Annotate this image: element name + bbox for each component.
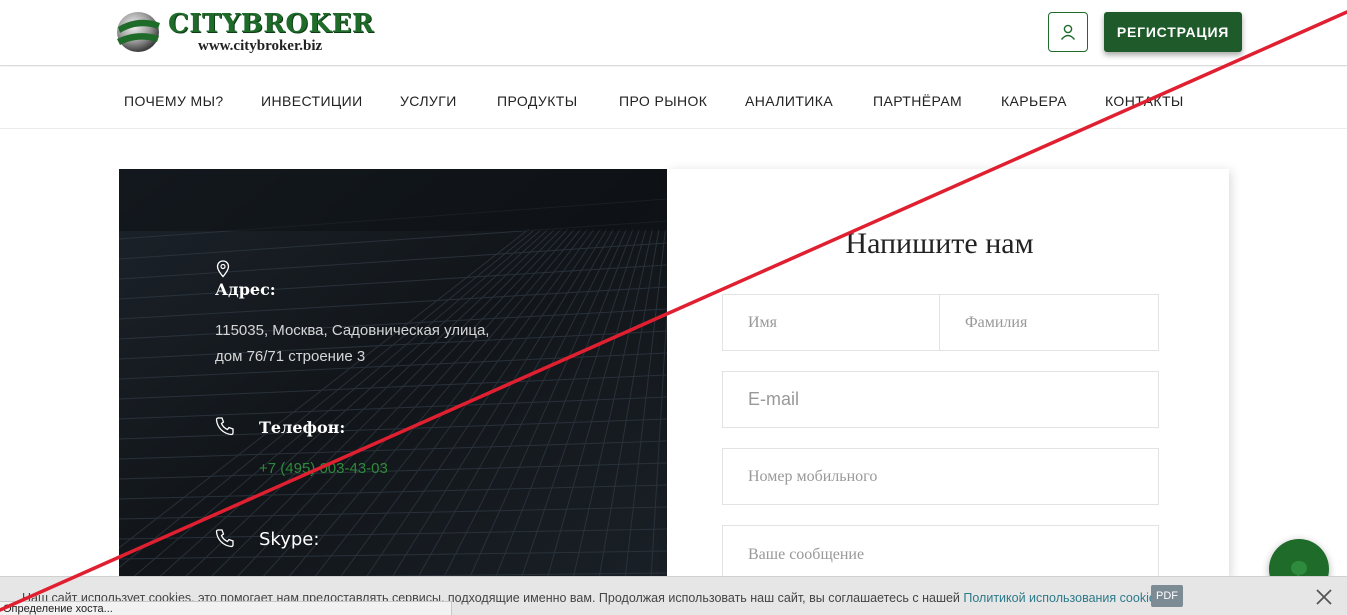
email-field[interactable]: E-mail (722, 371, 1159, 428)
close-icon[interactable] (1314, 587, 1334, 607)
main-nav: ПОЧЕМУ МЫ? ИНВЕСТИЦИИ УСЛУГИ ПРОДУКТЫ ПР… (0, 67, 1347, 129)
nav-item-partners[interactable]: ПАРТНЁРАМ (873, 67, 962, 129)
address-line-2: дом 76/71 строение 3 (215, 348, 366, 365)
nav-item-services[interactable]: УСЛУГИ (400, 67, 457, 129)
nav-item-investments[interactable]: ИНВЕСТИЦИИ (261, 67, 363, 129)
register-button[interactable]: РЕГИСТРАЦИЯ (1104, 12, 1242, 52)
nav-item-market[interactable]: ПРО РЫНОК (619, 67, 707, 129)
logo[interactable]: CITYBROKER www.citybroker.biz (112, 6, 374, 58)
logo-url: www.citybroker.biz (198, 38, 323, 54)
skype-phone-icon (215, 529, 234, 548)
contact-info-panel: Адрес: 115035, Москва, Садовническая ули… (119, 169, 667, 579)
pdf-badge[interactable]: PDF (1151, 585, 1183, 607)
nav-item-contacts[interactable]: КОНТАКТЫ (1105, 67, 1184, 129)
address-line-1: 115035, Москва, Садовническая улица, (215, 322, 490, 339)
form-title: Напишите нам (845, 227, 1034, 260)
building-background-image (119, 169, 667, 579)
browser-status-bar: Определение хоста... (0, 601, 452, 615)
address-label: Адрес: (215, 280, 276, 299)
mobile-number-field[interactable]: Номер мобильного (722, 448, 1159, 505)
nav-item-products[interactable]: ПРОДУКТЫ (497, 67, 578, 129)
logo-name: CITYBROKER (168, 9, 375, 39)
contact-form-panel: Напишите нам Имя Фамилия E-mail Номер мо… (667, 169, 1229, 582)
first-name-field[interactable]: Имя (722, 294, 941, 351)
user-login-button[interactable] (1048, 12, 1088, 52)
globe-logo-icon (117, 12, 160, 52)
phone-label: Телефон: (259, 418, 346, 437)
phone-icon (215, 417, 234, 436)
nav-item-career[interactable]: КАРЬЕРА (1001, 67, 1067, 129)
message-field[interactable]: Ваше сообщение (722, 525, 1159, 582)
location-pin-icon (216, 260, 230, 278)
cookie-policy-link[interactable]: Политикой использования cookies (963, 591, 1162, 605)
site-header: CITYBROKER www.citybroker.biz РЕГИСТРАЦИ… (0, 0, 1347, 66)
user-icon (1060, 24, 1076, 40)
last-name-field[interactable]: Фамилия (939, 294, 1159, 351)
nav-item-analytics[interactable]: АНАЛИТИКА (745, 67, 833, 129)
phone-link[interactable]: +7 (495) 003-43-03 (259, 460, 388, 477)
skype-label: Skype: (259, 529, 320, 550)
nav-item-why-us[interactable]: ПОЧЕМУ МЫ? (124, 67, 224, 129)
